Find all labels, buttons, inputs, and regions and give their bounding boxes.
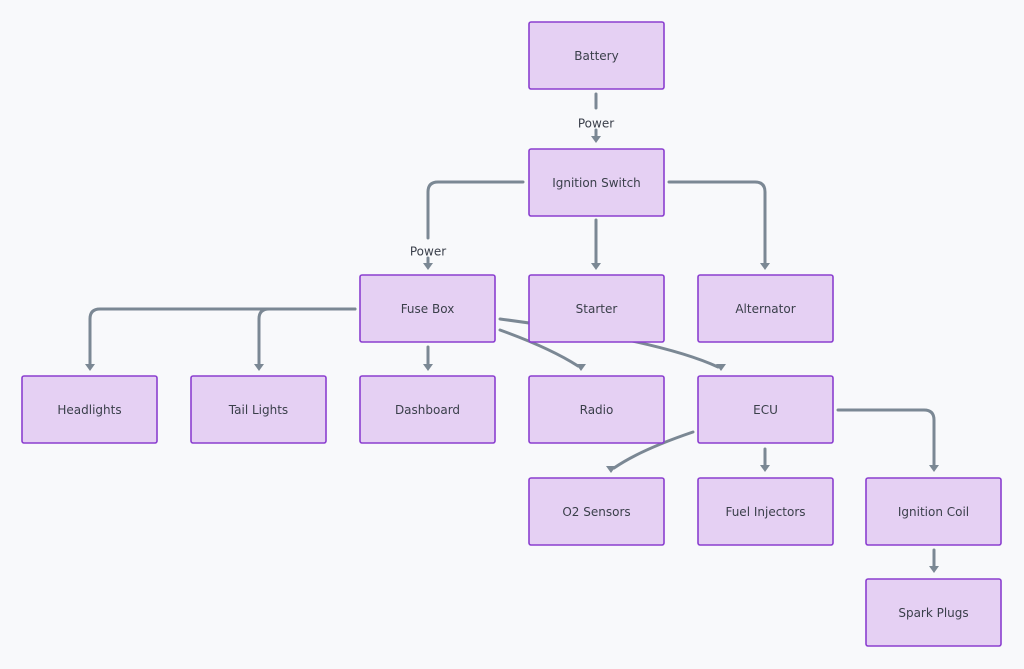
arrowhead-icon bbox=[254, 364, 264, 371]
node-ignition-switch: Ignition Switch bbox=[528, 148, 665, 217]
arrowhead-icon bbox=[760, 263, 770, 270]
node-battery: Battery bbox=[528, 21, 665, 90]
edge-ignition_switch-to-fuse_box: Power bbox=[410, 180, 525, 270]
edge-line bbox=[836, 408, 936, 470]
edge-fuse_box-to-tail_lights bbox=[254, 307, 357, 371]
edge-label: Power bbox=[578, 117, 614, 131]
arrowhead-icon bbox=[606, 466, 616, 473]
node-label: Battery bbox=[574, 49, 618, 63]
edge-line bbox=[88, 307, 357, 369]
node-label: Starter bbox=[576, 302, 618, 316]
node-label: Tail Lights bbox=[228, 403, 288, 417]
node-fuse-box: Fuse Box bbox=[359, 274, 496, 343]
arrowhead-icon bbox=[423, 364, 433, 371]
node-starter: Starter bbox=[528, 274, 665, 343]
arrowhead-icon bbox=[591, 136, 601, 143]
arrowhead-icon bbox=[929, 566, 939, 573]
edge-ecu-to-fuel_injectors bbox=[760, 447, 770, 472]
node-label: Ignition Switch bbox=[552, 176, 641, 190]
node-label: ECU bbox=[753, 403, 778, 417]
edge-fuse_box-to-dashboard bbox=[423, 345, 433, 371]
node-dashboard: Dashboard bbox=[359, 375, 496, 444]
node-label: O2 Sensors bbox=[562, 505, 630, 519]
edge-ignition_coil-to-spark_plugs bbox=[929, 548, 939, 573]
node-label: Headlights bbox=[57, 403, 121, 417]
node-label: Alternator bbox=[735, 302, 795, 316]
edge-ignition_switch-to-alternator bbox=[667, 180, 770, 270]
edge-ecu-to-ignition_coil bbox=[836, 408, 939, 472]
node-headlights: Headlights bbox=[21, 375, 158, 444]
edge-line bbox=[667, 180, 767, 268]
edge-label: Power bbox=[410, 245, 446, 259]
edge-ignition_switch-to-starter bbox=[591, 218, 601, 270]
node-label: Ignition Coil bbox=[898, 505, 969, 519]
arrowhead-icon bbox=[85, 364, 95, 371]
node-label: Dashboard bbox=[395, 403, 460, 417]
node-fuel-injectors: Fuel Injectors bbox=[697, 477, 834, 546]
node-alternator: Alternator bbox=[697, 274, 834, 343]
node-radio: Radio bbox=[528, 375, 665, 444]
edge-battery-to-ignition_switch: Power bbox=[578, 92, 614, 143]
node-label: Radio bbox=[580, 403, 614, 417]
wiring-diagram: Power Power Battery Ignition Switch Fuse Box… bbox=[21, 21, 1002, 647]
edge-line bbox=[257, 307, 357, 369]
node-ignition-coil: Ignition Coil bbox=[865, 477, 1002, 546]
arrowhead-icon bbox=[760, 465, 770, 472]
node-label: Spark Plugs bbox=[898, 606, 968, 620]
node-label: Fuel Injectors bbox=[725, 505, 805, 519]
node-ecu: ECU bbox=[697, 375, 834, 444]
node-o2-sensors: O2 Sensors bbox=[528, 477, 665, 546]
arrowhead-icon bbox=[929, 465, 939, 472]
edge-fuse_box-to-headlights bbox=[85, 307, 357, 371]
node-label: Fuse Box bbox=[401, 302, 455, 316]
arrowhead-icon bbox=[591, 263, 601, 270]
node-spark-plugs: Spark Plugs bbox=[865, 578, 1002, 647]
arrowhead-icon bbox=[576, 364, 586, 371]
node-tail-lights: Tail Lights bbox=[190, 375, 327, 444]
arrowhead-icon bbox=[423, 263, 433, 270]
